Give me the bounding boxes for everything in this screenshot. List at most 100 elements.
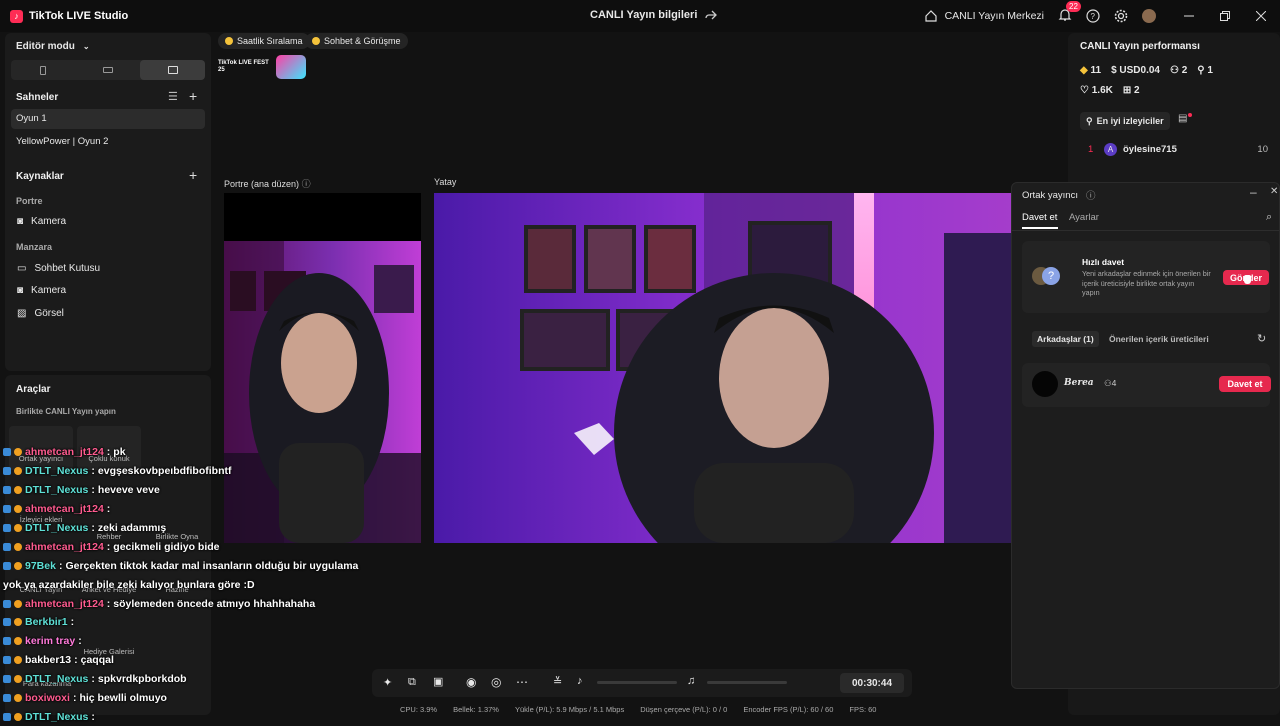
minimize-icon[interactable] <box>1184 11 1194 21</box>
chat-username[interactable]: bakber13 <box>25 654 71 666</box>
chat-message: ahmetcan_jt124: pk <box>3 443 383 462</box>
notification-badge: 22 <box>1066 0 1081 12</box>
cohost-panel: Ortak yayıncı ⓘ – ✕ Davet et Ayarlar ⌕ ?… <box>1011 182 1280 689</box>
tab-friends[interactable]: Arkadaşlar (1) <box>1032 331 1099 347</box>
speaker-icon[interactable]: ♪ <box>577 675 583 687</box>
badge-icon <box>3 637 11 646</box>
badge-icon <box>3 675 11 684</box>
chat-username[interactable]: 97Bek <box>25 560 56 572</box>
chat-separator: : <box>58 559 63 572</box>
tab-settings[interactable]: Ayarlar <box>1069 212 1099 223</box>
chat-username[interactable]: boxiwoxi <box>25 692 70 704</box>
chat-username[interactable]: kerim tray <box>25 635 75 647</box>
person-add-icon: ⚲ <box>1197 65 1205 76</box>
notification-button[interactable]: 22 <box>1058 0 1081 25</box>
add-source-icon[interactable]: + <box>189 167 197 183</box>
restore-icon[interactable] <box>1220 11 1230 21</box>
upload-status: Yükle (P/L): 5.9 Mbps / 5.1 Mbps <box>514 705 625 714</box>
scene-list-icon[interactable]: ☰ <box>168 90 178 103</box>
effects-icon[interactable]: ◎ <box>491 675 501 689</box>
settings-gear-icon[interactable] <box>1114 9 1128 23</box>
cohost-header: Ortak yayıncı ⓘ <box>1022 188 1096 203</box>
close-icon[interactable]: ✕ <box>1270 186 1278 197</box>
source-item-camera[interactable]: ◙ Kamera <box>17 216 66 227</box>
badge-icon <box>3 486 11 495</box>
share-icon <box>705 9 718 21</box>
speaker-volume-slider[interactable] <box>597 681 677 684</box>
scene-item-active[interactable]: Oyun 1 <box>11 109 205 129</box>
scene-item[interactable]: YellowPower | Oyun 2 <box>16 136 108 147</box>
minimize-icon[interactable]: – <box>1250 185 1257 199</box>
microphone-icon[interactable]: ♫ <box>687 675 695 687</box>
mic-volume-slider[interactable] <box>707 681 787 684</box>
record-icon[interactable]: ◉ <box>466 675 476 689</box>
chat-separator: : <box>91 465 95 478</box>
layout-toggle <box>11 60 206 80</box>
chat-separator: : <box>106 446 111 459</box>
landscape-preview[interactable] <box>434 193 1014 543</box>
chat-username[interactable]: ahmetcan_jt124 <box>25 598 104 610</box>
add-scene-icon[interactable]: + <box>189 88 197 104</box>
level-icon <box>14 467 22 476</box>
overlay-icon[interactable]: ▣ <box>433 675 443 688</box>
tools-title: Araçlar <box>16 384 51 395</box>
level-icon <box>14 448 22 457</box>
app-title: TikTok LIVE Studio <box>29 10 129 22</box>
chip-label: Sohbet & Görüşme <box>324 36 401 46</box>
chat-username[interactable]: Berkbir1 <box>25 616 68 628</box>
chat-message: 97Bek: Gerçekten tiktok kadar mal insanla… <box>3 556 383 575</box>
chat-username[interactable]: DTLT_Nexus <box>25 711 88 723</box>
avatar[interactable] <box>1142 9 1156 23</box>
stream-info-link[interactable]: CANLI Yayın bilgileri <box>590 9 718 21</box>
badge-icon <box>3 467 11 476</box>
chat-meet-chip[interactable]: Sohbet & Görüşme <box>305 33 408 49</box>
chat-username[interactable]: ahmetcan_jt124 <box>25 503 104 515</box>
invite-button[interactable]: Davet et <box>1219 376 1271 392</box>
chat-username[interactable]: ahmetcan_jt124 <box>25 446 104 458</box>
chat-message: DTLT_Nexus: <box>3 707 383 726</box>
chat-username[interactable]: DTLT_Nexus <box>25 673 88 685</box>
more-icon[interactable]: ⋯ <box>516 675 528 689</box>
close-icon[interactable] <box>1256 11 1266 21</box>
tab-label: Davet et <box>1022 212 1058 223</box>
portrait-layout-button[interactable] <box>11 60 76 80</box>
screen-share-icon[interactable]: ⧉ <box>408 676 416 689</box>
live-center-button[interactable]: CANLI Yayın Merkezi <box>924 10 1044 22</box>
chat-separator: : <box>106 540 111 553</box>
tab-suggested[interactable]: Önerilen içerik üreticileri <box>1109 334 1209 344</box>
camera-icon: ◙ <box>17 285 24 296</box>
status-bar: CPU: 3.9% Bellek: 1.37% Yükle (P/L): 5.9… <box>400 705 876 714</box>
refresh-icon[interactable]: ↻ <box>1257 332 1266 345</box>
dual-layout-button[interactable] <box>140 60 206 80</box>
magic-wand-icon[interactable]: ✦ <box>383 676 392 689</box>
top-viewer-row[interactable]: 1 A öylesine715 10 <box>1088 143 1268 156</box>
chat-username[interactable]: DTLT_Nexus <box>25 522 88 534</box>
top-viewers-button[interactable]: ⚲ En iyi izleyiciler <box>1080 112 1170 130</box>
search-icon[interactable]: ⌕ <box>1266 211 1272 224</box>
chat-separator: : <box>106 597 111 610</box>
level-icon <box>14 694 22 703</box>
help-icon[interactable]: ⓘ <box>302 179 311 189</box>
help-icon[interactable]: ⓘ <box>1086 188 1096 202</box>
cpu-status: CPU: 3.9% <box>400 705 438 714</box>
editor-mode-dropdown[interactable]: Editör modu ⌄ <box>16 41 90 52</box>
chat-text: Gerçekten tiktok kadar mal insanların ol… <box>65 559 359 572</box>
chat-username[interactable]: ahmetcan_jt124 <box>25 541 104 553</box>
top-viewers-label: En iyi izleyiciler <box>1096 116 1164 126</box>
chat-username[interactable]: DTLT_Nexus <box>25 484 88 496</box>
tab-invite[interactable]: Davet et <box>1022 212 1058 229</box>
hourly-ranking-chip[interactable]: Saatlik Sıralama <box>218 33 310 49</box>
list-icon[interactable]: ▤ <box>1178 113 1187 124</box>
scene-label: Oyun 1 <box>16 113 47 124</box>
source-label: Kamera <box>31 285 67 296</box>
live-fest-banner[interactable]: TikTok LIVE FEST 25 <box>218 55 310 79</box>
source-item-chatbox[interactable]: ▭ Sohbet Kutusu <box>17 263 100 274</box>
mixer-icon[interactable]: ≚ <box>553 675 562 688</box>
source-item-image[interactable]: ▨ Görsel <box>17 308 64 319</box>
chat-username[interactable]: DTLT_Nexus <box>25 465 88 477</box>
help-icon[interactable]: ? <box>1086 9 1100 23</box>
source-item-camera[interactable]: ◙ Kamera <box>17 285 66 296</box>
level-icon <box>14 542 22 551</box>
alert-dot <box>1188 113 1192 117</box>
landscape-layout-button[interactable] <box>76 60 141 80</box>
